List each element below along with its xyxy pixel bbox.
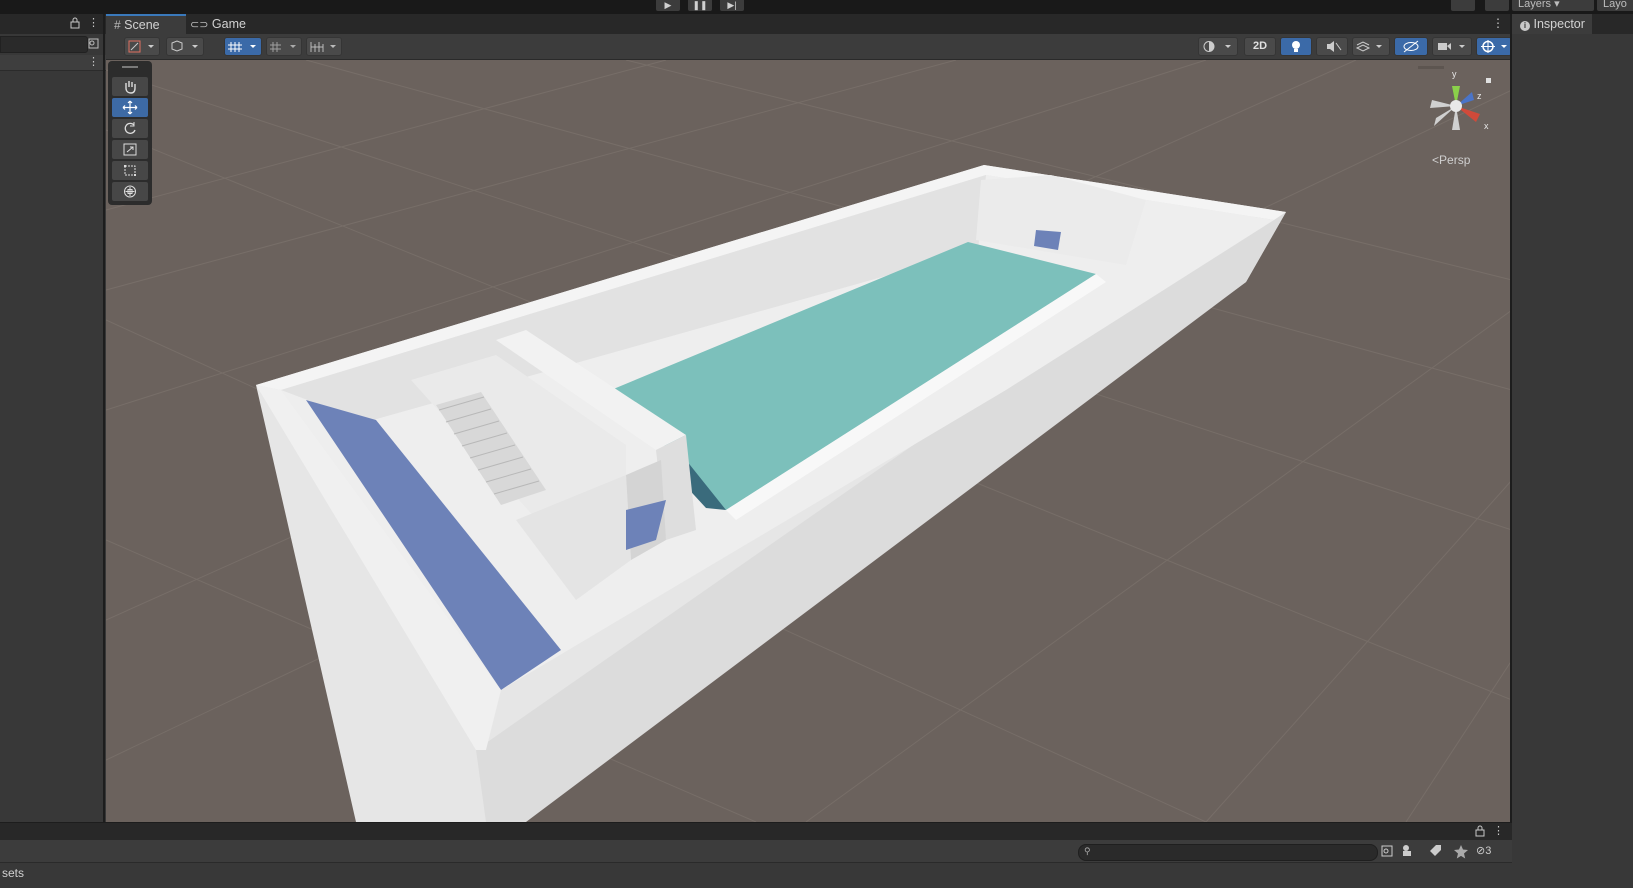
tab-game-label: Game xyxy=(211,17,246,31)
kebab-menu-icon[interactable]: ⋮ xyxy=(88,17,99,29)
info-icon: i xyxy=(1520,21,1530,31)
tab-game[interactable]: ⊂⊃ Game xyxy=(182,14,260,34)
gizmo-y-label: y xyxy=(1452,69,1457,79)
tab-scene-label: Scene xyxy=(124,18,160,32)
pause-button[interactable]: ❚❚ xyxy=(688,0,712,11)
tab-scene[interactable]: # Scene xyxy=(106,14,186,34)
lock-icon[interactable] xyxy=(70,17,80,29)
2d-toggle-button[interactable]: 2D xyxy=(1244,37,1276,56)
layers-label: Layers xyxy=(1518,0,1552,10)
search-icon[interactable] xyxy=(1485,0,1509,11)
search-icon: ⚲ xyxy=(1084,846,1091,856)
increment-snap-dropdown[interactable] xyxy=(306,37,342,56)
hierarchy-panel xyxy=(0,14,106,822)
effects-dropdown[interactable] xyxy=(1352,37,1390,56)
scale-tool-button[interactable] xyxy=(112,140,148,159)
audio-toggle[interactable] xyxy=(1316,37,1348,56)
transform-tool-button[interactable] xyxy=(112,182,148,201)
scene-viewport[interactable] xyxy=(106,60,1512,822)
main-toolbar xyxy=(0,0,1633,14)
move-icon xyxy=(122,100,138,115)
tag-filter-button[interactable] xyxy=(1426,843,1444,859)
gizmo-handle[interactable] xyxy=(1418,66,1444,69)
gamepad-icon: ⊂⊃ xyxy=(190,19,209,31)
grid-hash-icon: # xyxy=(114,18,121,32)
scene-visibility-toggle[interactable] xyxy=(1394,37,1428,56)
search-by-type-icon xyxy=(1381,845,1393,857)
scene-tab-menu-icon[interactable]: ⋮ xyxy=(1492,16,1504,30)
rect-tool-button[interactable] xyxy=(112,161,148,180)
scale-icon xyxy=(123,143,137,156)
hidden-packages-toggle[interactable]: ⊘3 xyxy=(1476,843,1506,859)
layout-label: Layo xyxy=(1603,0,1627,10)
star-icon xyxy=(1454,845,1468,859)
shading-mode-dropdown[interactable] xyxy=(1198,37,1238,56)
rect-transform-icon xyxy=(124,165,136,176)
inspector-divider[interactable] xyxy=(1510,14,1512,888)
transform-icon xyxy=(124,185,136,198)
hidden-count: 3 xyxy=(1485,845,1492,857)
gizmo-x-label: x xyxy=(1484,121,1489,131)
play-button[interactable]: ▶ xyxy=(656,0,680,11)
gizmo-z-label: z xyxy=(1477,91,1482,101)
scene-tab-strip xyxy=(106,14,1512,34)
step-button[interactable]: ▶| xyxy=(720,0,744,11)
project-header xyxy=(0,822,1512,841)
inspector-panel xyxy=(1512,14,1633,888)
projection-toggle[interactable]: <Persp xyxy=(1432,153,1492,169)
eye-slash-icon: ⊘ xyxy=(1476,845,1486,857)
project-menu-icon[interactable]: ⋮ xyxy=(1493,824,1504,837)
rotate-tool-button[interactable] xyxy=(112,119,148,138)
search-by-type-button[interactable] xyxy=(1378,843,1396,859)
inspector-title: Inspector xyxy=(1533,17,1585,31)
hierarchy-search-input[interactable] xyxy=(0,36,88,53)
palette-drag-handle[interactable] xyxy=(122,66,138,68)
favorite-button[interactable] xyxy=(1452,843,1470,859)
draw-mode-dropdown[interactable] xyxy=(124,37,160,56)
panel-divider[interactable] xyxy=(103,14,105,822)
project-search-input[interactable]: ⚲ xyxy=(1078,844,1378,861)
grid-snapping-toggle[interactable] xyxy=(224,37,262,56)
move-tool-button[interactable] xyxy=(112,98,148,117)
tag-icon xyxy=(1430,845,1441,856)
scene-render xyxy=(106,60,1512,822)
projection-label: Persp xyxy=(1439,153,1471,167)
chevron-left-icon: < xyxy=(1432,153,1440,167)
history-icon[interactable] xyxy=(1451,0,1475,11)
render-mode-dropdown[interactable] xyxy=(166,37,204,56)
label-icon xyxy=(1403,845,1411,856)
project-breadcrumb[interactable]: sets xyxy=(2,864,122,882)
scene-row-menu-icon[interactable]: ⋮ xyxy=(88,55,99,69)
snap-increment-dropdown[interactable] xyxy=(266,37,302,56)
hand-tool-button[interactable] xyxy=(112,77,148,96)
gizmos-dropdown[interactable] xyxy=(1476,37,1512,56)
tab-inspector[interactable]: i Inspector xyxy=(1512,14,1592,34)
layout-dropdown[interactable]: Layo xyxy=(1597,0,1633,11)
layers-dropdown[interactable]: Layers ▾ xyxy=(1512,0,1594,11)
orientation-gizmo[interactable] xyxy=(1426,70,1506,140)
search-by-label-button[interactable] xyxy=(1400,843,1418,859)
search-by-type-icon[interactable] xyxy=(86,36,100,50)
project-lock-icon[interactable] xyxy=(1475,825,1485,837)
lighting-toggle[interactable] xyxy=(1280,37,1312,56)
rotate-icon xyxy=(124,122,136,134)
scene-camera-dropdown[interactable] xyxy=(1432,37,1472,56)
hand-icon xyxy=(125,81,136,94)
